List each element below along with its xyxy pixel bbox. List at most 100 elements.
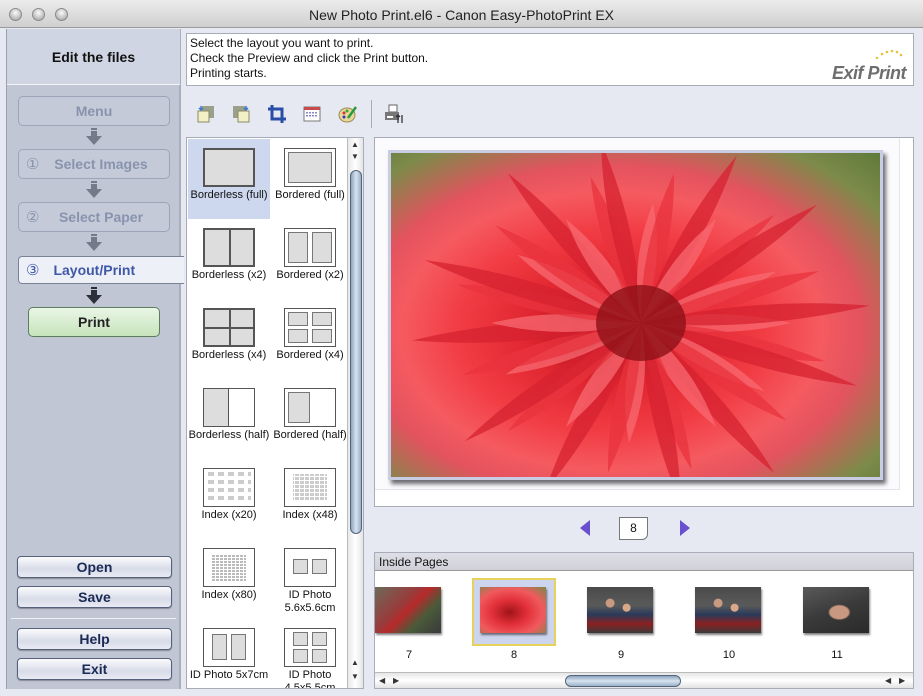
layout-label: Index (x48) (282, 509, 338, 521)
select-paper-step-button[interactable]: ② Select Paper (18, 202, 170, 232)
layout-thumbnail (284, 548, 336, 587)
next-page-button[interactable] (680, 520, 690, 536)
layout-id-photo-5.6[interactable]: ID Photo 5.6x5.6cm (269, 539, 351, 619)
thumbnail-image-garden (375, 587, 441, 633)
exit-button[interactable]: Exit (17, 658, 172, 680)
thumbnail-image-hand (803, 587, 869, 633)
layout-id-photo-5x7[interactable]: ID Photo 5x7cm (188, 619, 270, 688)
print-settings-button[interactable] (383, 103, 405, 125)
layout-bordered-half[interactable]: Bordered (half) (269, 379, 351, 459)
layout-index-x80[interactable]: Index (x80) (188, 539, 270, 619)
layout-label: Bordered (half) (273, 429, 347, 441)
page-thumbnail-selected[interactable] (472, 578, 556, 646)
preview-photo-red-flower[interactable] (391, 153, 880, 477)
page-thumbnail[interactable] (367, 578, 451, 646)
print-button[interactable]: Print (28, 307, 160, 337)
layout-label: ID Photo 5.6x5.6cm (284, 589, 336, 614)
layout-list-scrollbar[interactable]: ▲ ▼ ▲ ▼ (347, 138, 363, 688)
layout-label: Bordered (full) (275, 189, 345, 201)
select-images-step-button[interactable]: ① Select Images (18, 149, 170, 179)
sidebar: Edit the files Menu ① Select Images ② Se… (6, 29, 184, 689)
rotate-left-button[interactable] (195, 103, 217, 125)
rotate-right-icon (233, 106, 250, 123)
scrollbar-thumb[interactable] (565, 675, 681, 687)
thumbnails-scrollbar[interactable]: ◀ ▶ ◀ ▶ (375, 672, 913, 688)
layout-id-photo-4.5[interactable]: ID Photo 4.5x5.5cm (269, 619, 351, 689)
layout-index-x20[interactable]: Index (x20) (188, 459, 270, 539)
scroll-down-icon[interactable]: ▼ (351, 152, 359, 161)
layout-bordered-x2[interactable]: Bordered (x2) (269, 219, 351, 299)
layout-thumbnail (284, 308, 336, 347)
scrollbar-thumb[interactable] (350, 170, 362, 534)
scroll-right-icon[interactable]: ▶ (393, 676, 399, 685)
rotate-right-button[interactable] (230, 103, 252, 125)
layout-thumbnail (284, 628, 336, 667)
instruction-line: Printing starts. (190, 66, 267, 80)
save-button[interactable]: Save (17, 586, 172, 608)
rotate-left-icon (197, 106, 214, 123)
scroll-left-icon[interactable]: ◀ (379, 676, 385, 685)
previous-page-button[interactable] (580, 520, 590, 536)
scroll-left-icon[interactable]: ◀ (885, 676, 891, 685)
preview-photo-frame (388, 150, 883, 480)
correct-enhance-button[interactable] (337, 103, 359, 125)
scroll-up-icon[interactable]: ▲ (351, 140, 359, 149)
page-thumbnail[interactable] (579, 578, 663, 646)
toolbar-separator (371, 100, 372, 128)
down-arrow-icon (86, 287, 102, 304)
layout-bordered-x4[interactable]: Bordered (x4) (269, 299, 351, 379)
step-label: Layout/Print (53, 262, 136, 278)
crop-button[interactable] (266, 103, 288, 125)
layout-label: ID Photo 4.5x5.5cm (284, 669, 336, 689)
layout-thumbnail (203, 388, 255, 427)
layout-thumbnail (284, 228, 336, 267)
layout-thumbnail (203, 468, 255, 507)
layout-label: Index (x80) (201, 589, 257, 601)
date-settings-button[interactable] (301, 103, 323, 125)
page-thumbnail[interactable] (687, 578, 771, 646)
layout-print-step-button[interactable]: ③ Layout/Print (18, 256, 184, 284)
inside-pages-panel: Inside Pages 7 8 9 10 11 ◀ ▶ ◀ ▶ (374, 552, 914, 689)
layout-borderless-full[interactable]: Borderless (full) (188, 139, 270, 219)
step-number: ② (26, 209, 40, 226)
layout-label: Bordered (x4) (276, 349, 344, 361)
title-bar: New Photo Print.el6 - Canon Easy-PhotoPr… (0, 0, 923, 28)
scroll-down-icon[interactable]: ▼ (351, 672, 359, 681)
step-number: ③ (26, 262, 40, 279)
scroll-up-icon[interactable]: ▲ (351, 658, 359, 667)
instruction-panel: Select the layout you want to print. Che… (186, 33, 914, 86)
layout-thumbnail (284, 148, 336, 187)
sidebar-divider (11, 618, 176, 619)
page-thumbnail[interactable] (795, 578, 879, 646)
step-label: Select Paper (58, 209, 144, 225)
layout-thumbnail (284, 468, 336, 507)
inside-pages-title: Inside Pages (375, 553, 913, 571)
preview-canvas (375, 138, 900, 490)
menu-step-button[interactable]: Menu (18, 96, 170, 126)
layout-borderless-x2[interactable]: Borderless (x2) (188, 219, 270, 299)
thumbnail-image-children (587, 587, 653, 633)
down-arrow-icon (86, 128, 102, 145)
thumbnail-number: 8 (510, 649, 518, 661)
app-window: New Photo Print.el6 - Canon Easy-PhotoPr… (0, 0, 923, 696)
step-number: ① (26, 156, 40, 173)
help-button[interactable]: Help (17, 628, 172, 650)
thumbnail-number: 7 (405, 649, 413, 661)
down-arrow-icon (86, 181, 102, 198)
step-label: Menu (75, 103, 113, 119)
exif-print-logo: Exif Print (831, 63, 907, 83)
step-label: Select Images (54, 156, 148, 172)
thumbnail-number: 10 (722, 649, 736, 661)
layout-borderless-half[interactable]: Borderless (half) (188, 379, 270, 459)
calendar-icon (303, 106, 321, 122)
layout-thumbnail (203, 548, 255, 587)
scroll-right-icon[interactable]: ▶ (899, 676, 905, 685)
open-button[interactable]: Open (17, 556, 172, 578)
thumbnail-number: 11 (831, 649, 843, 661)
layout-index-x48[interactable]: Index (x48) (269, 459, 351, 539)
layout-thumbnail (203, 628, 255, 667)
preview-panel (374, 137, 914, 507)
layout-bordered-full[interactable]: Bordered (full) (269, 139, 351, 219)
flower-petals-graphic (412, 153, 870, 477)
layout-borderless-x4[interactable]: Borderless (x4) (188, 299, 270, 379)
